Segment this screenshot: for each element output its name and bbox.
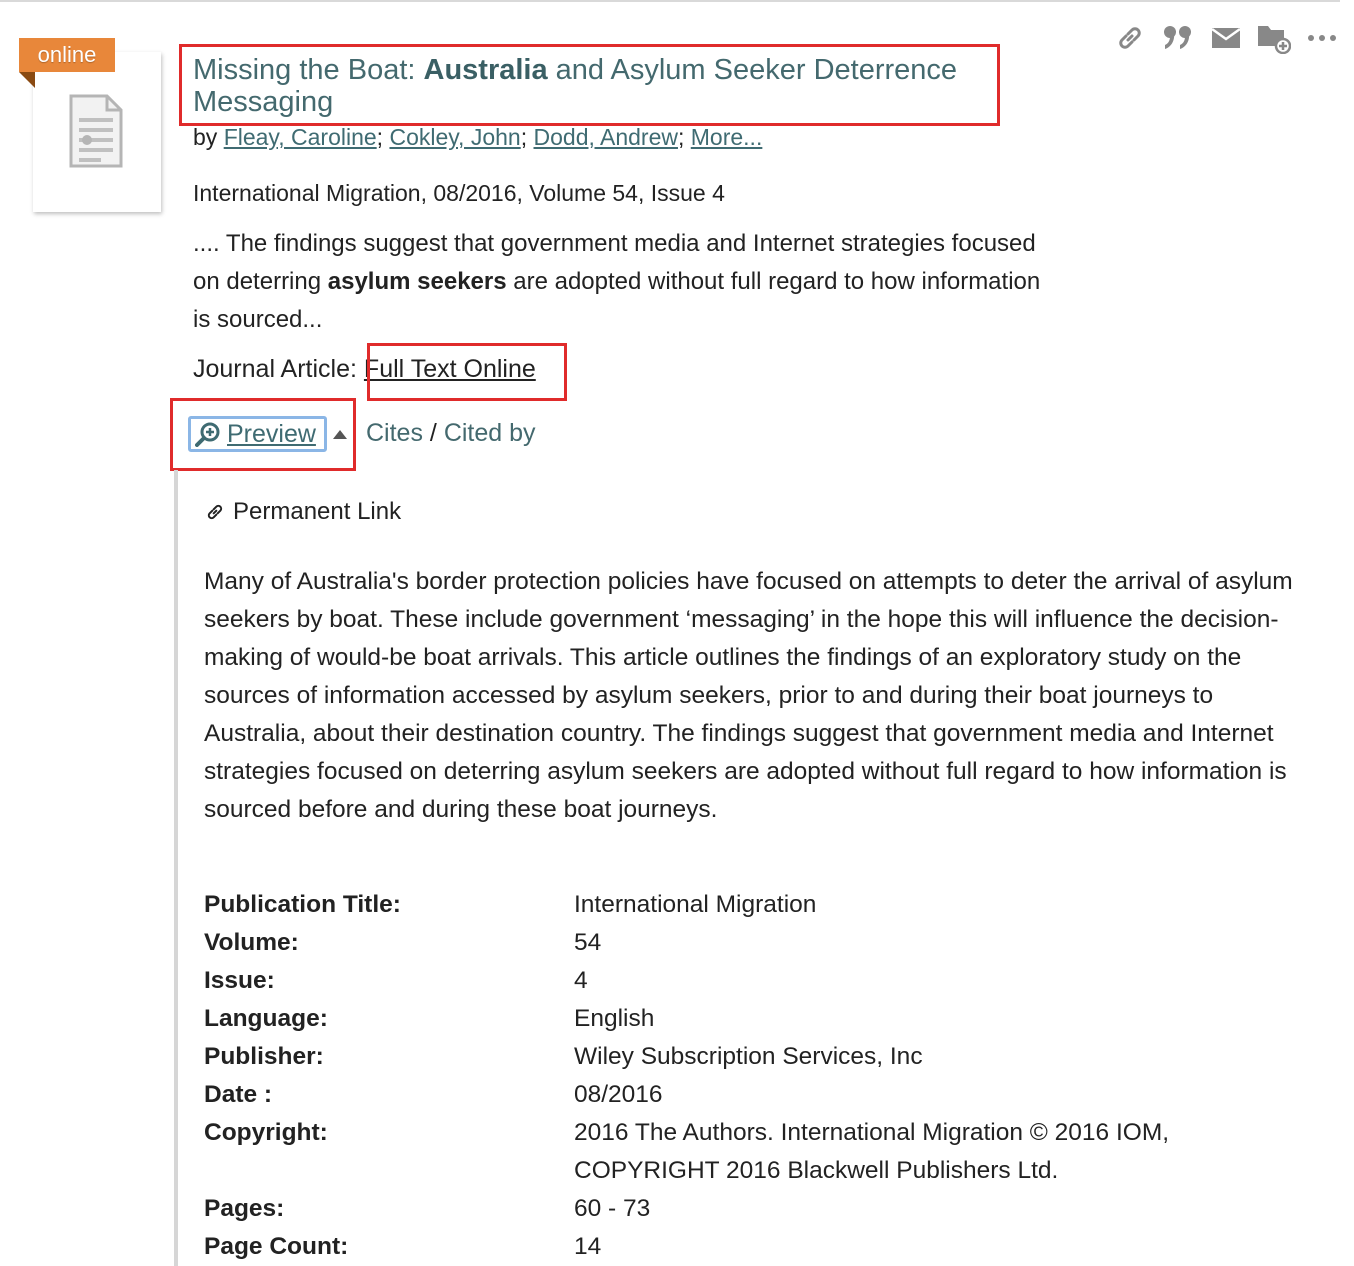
document-thumbnail[interactable] bbox=[33, 52, 161, 212]
permanent-link[interactable]: Permanent Link bbox=[205, 498, 401, 526]
metadata-table: Publication Title: International Migratio… bbox=[204, 886, 1274, 1266]
metadata-value: 2016 The Authors. International Migratio… bbox=[574, 1119, 1170, 1184]
top-divider bbox=[0, 0, 1340, 2]
cited-by-link[interactable]: Cited by bbox=[444, 419, 536, 447]
online-badge: online bbox=[19, 38, 115, 72]
author-separator: ; bbox=[376, 124, 390, 150]
metadata-row: Date : 08/2016 bbox=[204, 1076, 1274, 1114]
link-icon bbox=[207, 504, 223, 520]
email-icon[interactable] bbox=[1208, 20, 1244, 56]
badge-fold bbox=[19, 72, 35, 88]
author-separator: ; bbox=[677, 124, 691, 150]
metadata-value: 54 bbox=[574, 929, 602, 956]
metadata-value: 14 bbox=[574, 1233, 602, 1260]
record-actions bbox=[1112, 20, 1340, 56]
permalink-icon[interactable] bbox=[1112, 20, 1148, 56]
metadata-row: Pages: 60 - 73 bbox=[204, 1190, 1274, 1228]
preview-highlight-box bbox=[170, 398, 356, 471]
metadata-value: International Migration bbox=[574, 891, 817, 918]
metadata-value: 4 bbox=[574, 967, 588, 994]
metadata-row: Publisher: Wiley Subscription Services, I… bbox=[204, 1038, 1274, 1076]
abstract-text: Many of Australia's border protection po… bbox=[204, 568, 1293, 823]
by-label: by bbox=[193, 124, 224, 150]
metadata-row: Page Count: 14 bbox=[204, 1228, 1274, 1266]
metadata-key: Volume: bbox=[204, 929, 299, 956]
preview-panel-rule bbox=[174, 470, 178, 1266]
document-icon bbox=[69, 94, 123, 168]
author-link[interactable]: Dodd, Andrew bbox=[534, 124, 678, 150]
metadata-row: Language: English bbox=[204, 1000, 1274, 1038]
cites-links: Cites / Cited by bbox=[366, 419, 536, 448]
metadata-row: Publication Title: International Migratio… bbox=[204, 886, 1274, 924]
save-folder-icon[interactable] bbox=[1256, 20, 1292, 56]
metadata-value: Wiley Subscription Services, Inc bbox=[574, 1043, 923, 1070]
metadata-row: Copyright: 2016 The Authors. Internationa… bbox=[204, 1114, 1274, 1190]
author-link[interactable]: Fleay, Caroline bbox=[224, 124, 377, 150]
metadata-key: Date : bbox=[204, 1081, 273, 1108]
more-authors-link[interactable]: More... bbox=[691, 124, 763, 150]
metadata-value: 60 - 73 bbox=[574, 1195, 651, 1222]
full-text-highlight-box bbox=[367, 343, 567, 401]
title-highlight-box bbox=[179, 44, 1000, 126]
metadata-key: Page Count: bbox=[204, 1233, 349, 1260]
cites-link[interactable]: Cites bbox=[366, 419, 423, 447]
snippet-highlight-term: asylum seekers bbox=[327, 268, 507, 295]
author-link[interactable]: Cokley, John bbox=[389, 124, 520, 150]
cites-separator: / bbox=[422, 419, 444, 447]
metadata-key: Language: bbox=[204, 1005, 328, 1032]
metadata-value: 08/2016 bbox=[574, 1081, 663, 1108]
author-separator: ; bbox=[520, 124, 534, 150]
more-icon[interactable] bbox=[1304, 20, 1340, 56]
metadata-row: Issue: 4 bbox=[204, 962, 1274, 1000]
metadata-value: English bbox=[574, 1005, 655, 1032]
record-snippet: .... The findings suggest that governmen… bbox=[193, 225, 1043, 339]
metadata-key: Publisher: bbox=[204, 1043, 324, 1070]
metadata-key: Publication Title: bbox=[204, 891, 401, 918]
authors-line: by Fleay, Caroline; Cokley, John; Dodd, … bbox=[193, 124, 762, 151]
source-citation: International Migration, 08/2016, Volume… bbox=[193, 180, 725, 206]
cite-icon[interactable] bbox=[1160, 20, 1196, 56]
permanent-link-label: Permanent Link bbox=[233, 498, 402, 525]
metadata-key: Copyright: bbox=[204, 1119, 328, 1146]
format-label: Journal Article: bbox=[193, 355, 364, 383]
metadata-key: Pages: bbox=[204, 1195, 285, 1222]
metadata-row: Volume: 54 bbox=[204, 924, 1274, 962]
metadata-key: Issue: bbox=[204, 967, 275, 994]
